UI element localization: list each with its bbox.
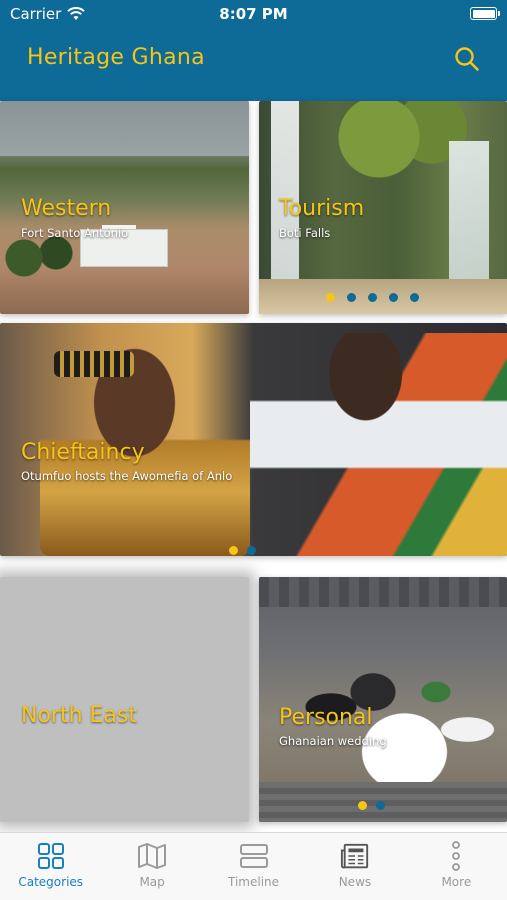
page-dot[interactable] [247, 546, 256, 555]
page-dot[interactable] [347, 293, 356, 302]
page-dot[interactable] [229, 546, 238, 555]
map-icon [138, 843, 167, 869]
category-tile-north-east[interactable]: North East [0, 577, 249, 822]
tab-more[interactable]: More [406, 833, 507, 900]
status-bar: Carrier 8:07 PM [0, 0, 507, 30]
tile-image-waterfall [271, 101, 299, 281]
category-tile-chieftaincy[interactable]: Chieftaincy Otumfuo hosts the Awomefia o… [0, 323, 507, 556]
category-tile-western[interactable]: Western Fort Santo António [0, 101, 249, 314]
tab-timeline[interactable]: Timeline [203, 833, 304, 900]
tab-bar: Categories Map Timeline News More [0, 832, 507, 900]
page-dot[interactable] [358, 801, 367, 810]
tab-label: More [441, 875, 472, 889]
tab-map[interactable]: Map [101, 833, 202, 900]
more-vertical-icon [452, 841, 461, 871]
tile-subtitle: Fort Santo António [21, 226, 129, 240]
tile-title: Tourism [279, 196, 365, 221]
tile-subtitle: Boti Falls [279, 226, 331, 240]
tile-image-headband [54, 351, 134, 377]
tile-subtitle: Otumfuo hosts the Awomefia of Anlo [21, 469, 233, 483]
tab-label: Map [139, 875, 165, 889]
page-indicator[interactable] [326, 293, 419, 302]
tile-image-sea [0, 101, 249, 156]
tab-label: Timeline [228, 875, 280, 889]
tile-subtitle: Ghanaian wedding [279, 734, 387, 748]
tile-image-waterfall [449, 141, 489, 291]
battery-icon [470, 7, 500, 20]
tab-label: News [338, 875, 372, 889]
tile-image-road [10, 281, 100, 314]
page-dot[interactable] [368, 293, 377, 302]
tile-image-canopy [319, 101, 469, 191]
page-dot[interactable] [410, 293, 419, 302]
page-title: Heritage Ghana [27, 45, 205, 70]
tile-title: Personal [279, 705, 373, 730]
tile-image-trees [0, 233, 80, 283]
newspaper-icon [340, 843, 369, 869]
grid-icon [37, 843, 64, 869]
page-dot[interactable] [389, 293, 398, 302]
tile-image-roof [259, 577, 507, 607]
page-indicator[interactable] [358, 801, 385, 810]
tile-title: Western [21, 196, 112, 221]
category-tile-personal[interactable]: Personal Ghanaian wedding [259, 577, 507, 822]
page-dot[interactable] [326, 293, 335, 302]
category-tile-tourism[interactable]: Tourism Boti Falls [259, 101, 507, 314]
timeline-icon [239, 844, 268, 868]
search-icon [455, 47, 479, 71]
tile-title: Chieftaincy [21, 440, 145, 465]
tab-label: Categories [18, 875, 84, 889]
page-dot[interactable] [376, 801, 385, 810]
page-indicator[interactable] [229, 546, 256, 555]
tile-title: North East [21, 703, 137, 728]
tab-categories[interactable]: Categories [0, 833, 101, 900]
tab-news[interactable]: News [304, 833, 405, 900]
tile-image-chief [250, 333, 507, 556]
app-header: Carrier 8:07 PM Heritage Ghana [0, 0, 507, 101]
status-time: 8:07 PM [219, 5, 288, 23]
search-button[interactable] [452, 44, 482, 74]
